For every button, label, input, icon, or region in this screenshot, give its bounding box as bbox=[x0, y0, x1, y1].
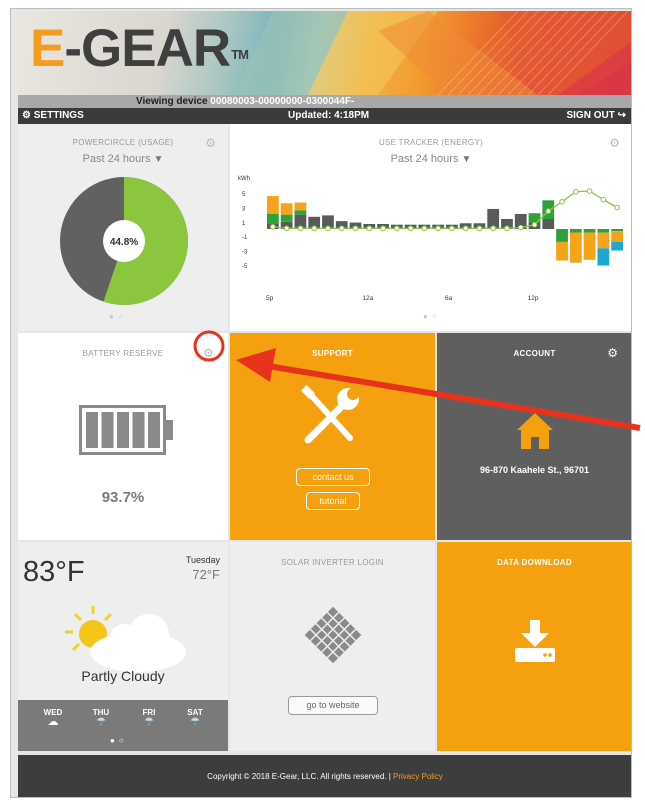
annotation-arrowhead bbox=[236, 348, 276, 382]
annotation-arrow-shaft bbox=[267, 363, 641, 431]
annotation-overlay bbox=[193, 330, 641, 431]
highlight-circle bbox=[193, 330, 225, 362]
